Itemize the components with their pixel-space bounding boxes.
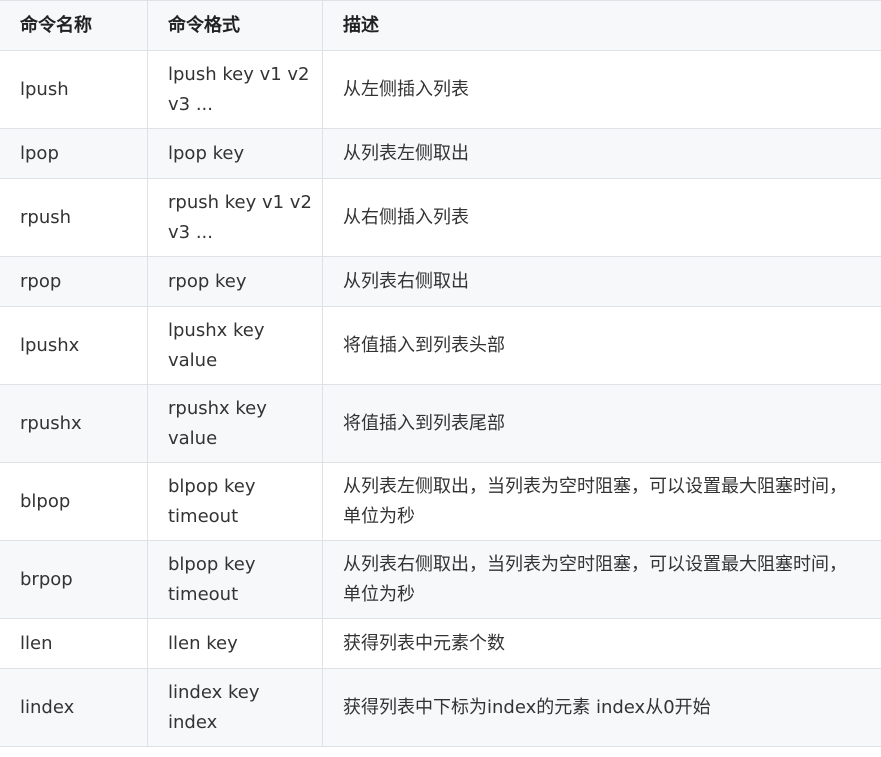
table-body: lpush lpush key v1 v2 v3 ... 从左侧插入列表 lpo… [0,50,881,747]
cell-command-name: lpush [0,50,148,129]
cell-command-name: lpushx [0,306,148,385]
header-row: 命令名称 命令格式 描述 [0,0,881,51]
cell-command-name: lindex [0,668,148,747]
cell-command-name: rpop [0,256,148,307]
cell-description: 将值插入到列表尾部 [322,384,881,463]
table-row: lpush lpush key v1 v2 v3 ... 从左侧插入列表 [0,50,881,129]
cell-description: 获得列表中元素个数 [322,618,881,669]
table-row: rpush rpush key v1 v2 v3 ... 从右侧插入列表 [0,178,881,257]
cell-command-name: rpush [0,178,148,257]
cell-command-name: blpop [0,462,148,541]
table-header: 命令名称 命令格式 描述 [0,0,881,51]
cell-description: 从右侧插入列表 [322,178,881,257]
cell-command-format: llen key [147,618,323,669]
table-row: rpushx rpushx key value 将值插入到列表尾部 [0,384,881,463]
cell-description: 获得列表中下标为index的元素 index从0开始 [322,668,881,747]
cell-description: 从列表右侧取出 [322,256,881,307]
cell-command-format: lpop key [147,128,323,179]
redis-list-command-table: 命令名称 命令格式 描述 lpush lpush key v1 v2 v3 ..… [0,0,881,747]
cell-command-name: rpushx [0,384,148,463]
table-row: lpushx lpushx key value 将值插入到列表头部 [0,306,881,385]
cell-command-format: lindex key index [147,668,323,747]
cell-command-format: rpush key v1 v2 v3 ... [147,178,323,257]
header-command-format: 命令格式 [147,0,323,51]
cell-command-name: brpop [0,540,148,619]
cell-command-format: lpushx key value [147,306,323,385]
cell-description: 将值插入到列表头部 [322,306,881,385]
cell-command-name: lpop [0,128,148,179]
cell-command-format: rpushx key value [147,384,323,463]
table-row: llen llen key 获得列表中元素个数 [0,618,881,669]
table-row: rpop rpop key 从列表右侧取出 [0,256,881,307]
table-row: brpop blpop key timeout 从列表右侧取出，当列表为空时阻塞… [0,540,881,619]
table-row: lindex lindex key index 获得列表中下标为index的元素… [0,668,881,747]
table-row: blpop blpop key timeout 从列表左侧取出，当列表为空时阻塞… [0,462,881,541]
header-command-name: 命令名称 [0,0,148,51]
cell-command-format: lpush key v1 v2 v3 ... [147,50,323,129]
cell-description: 从列表左侧取出，当列表为空时阻塞，可以设置最大阻塞时间，单位为秒 [322,462,881,541]
cell-command-format: blpop key timeout [147,462,323,541]
cell-command-format: rpop key [147,256,323,307]
cell-description: 从列表右侧取出，当列表为空时阻塞，可以设置最大阻塞时间，单位为秒 [322,540,881,619]
cell-description: 从列表左侧取出 [322,128,881,179]
cell-command-name: llen [0,618,148,669]
header-description: 描述 [322,0,881,51]
table-row: lpop lpop key 从列表左侧取出 [0,128,881,179]
cell-description: 从左侧插入列表 [322,50,881,129]
cell-command-format: blpop key timeout [147,540,323,619]
